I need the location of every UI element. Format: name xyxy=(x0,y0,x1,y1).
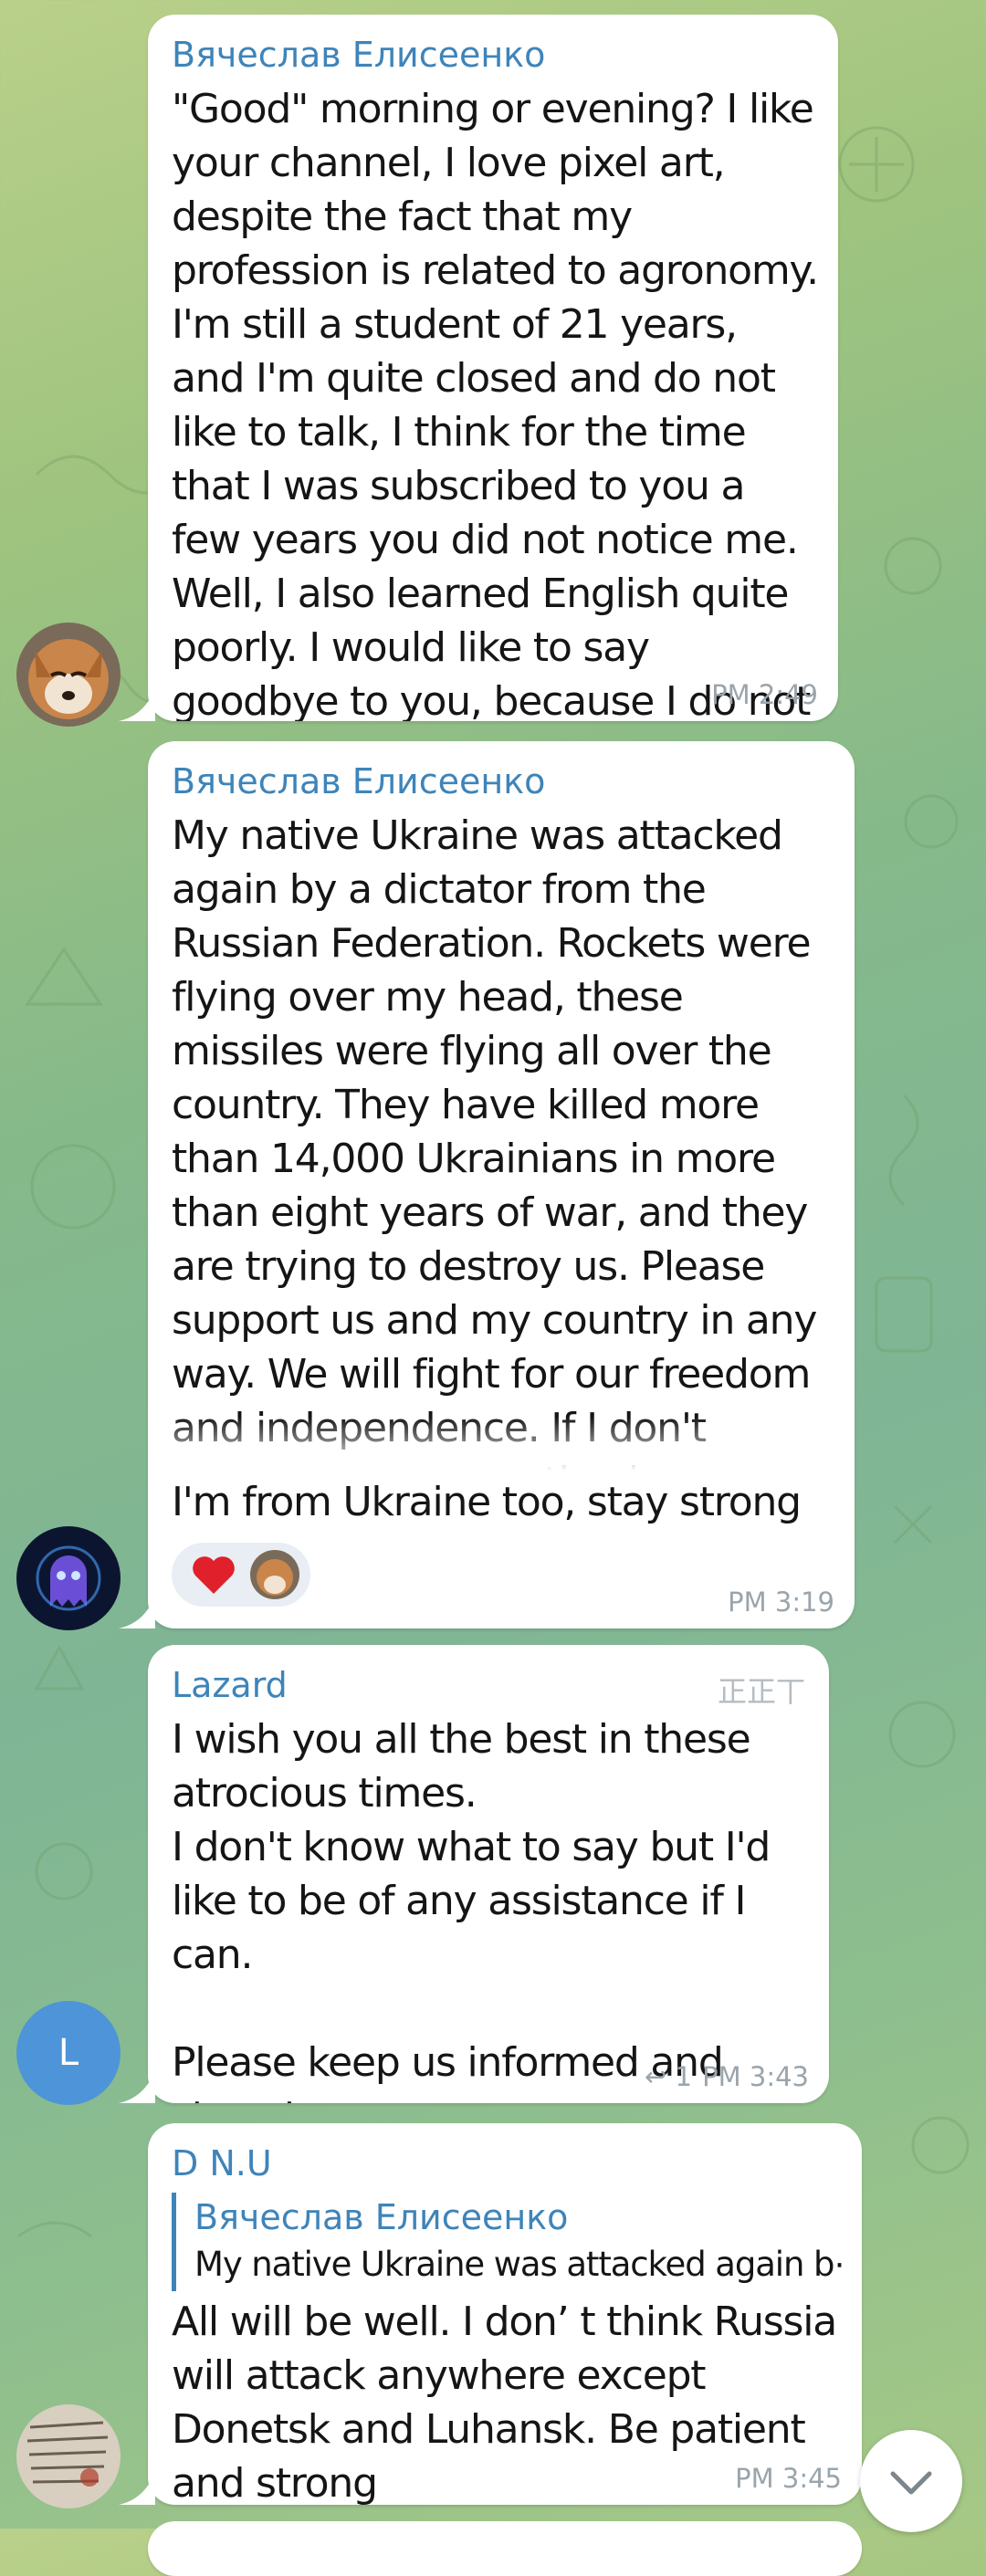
user-avatar-letter[interactable]: L xyxy=(16,2001,121,2105)
message-sender[interactable]: Вячеслав Елисеенко xyxy=(172,35,545,75)
member-tag: 正正丅 xyxy=(717,1674,805,1709)
reaction-avatar-icon xyxy=(250,1550,299,1599)
message-text: I wish you all the best in these atrocio… xyxy=(172,1716,771,2103)
message-text: "Good" morning or evening? I like your c… xyxy=(172,86,819,721)
truncation-fade xyxy=(148,1417,855,1471)
message-bubble[interactable]: Вячеслав Елисеенко My native Ukraine was… xyxy=(148,741,855,1471)
message-text: I'm from Ukraine too, stay strong xyxy=(172,1479,802,1525)
message-sender[interactable]: Вячеслав Елисеенко xyxy=(172,761,545,801)
reaction-chip[interactable] xyxy=(172,1543,310,1607)
message-time: PM 3:19 xyxy=(728,1586,834,1618)
chevron-down-icon xyxy=(890,2471,932,2495)
quote-text: My native Ukraine was attacked again b⋯ xyxy=(194,2245,844,2284)
message-bubble[interactable]: I'm from Ukraine too, stay strong PM 3:1… xyxy=(148,1471,855,1628)
quoted-message[interactable]: Вячеслав Елисеенко My native Ukraine was… xyxy=(172,2193,844,2291)
avatar-initial: L xyxy=(58,2032,79,2074)
message-sender[interactable]: Lazard xyxy=(172,1665,288,1705)
heart-icon xyxy=(193,1556,235,1594)
message-bubble[interactable]: Вячеслав Елисеенко "Good" morning or eve… xyxy=(148,15,838,721)
bubble-tail xyxy=(119,2070,155,2103)
message-bubble[interactable]: D N.U Вячеслав Елисеенко My native Ukrai… xyxy=(148,2123,862,2505)
user-avatar-ghost[interactable] xyxy=(16,1526,121,1630)
quote-sender: Вячеслав Елисеенко xyxy=(194,2197,569,2237)
newspaper-avatar-icon xyxy=(16,2404,121,2508)
message-text: My native Ukraine was attacked again by … xyxy=(172,812,817,1471)
message-time: PM 3:45 xyxy=(735,2463,842,2494)
bubble-tail xyxy=(119,1596,155,1628)
message-time: PM 3:43 xyxy=(702,2061,809,2092)
bubble-tail xyxy=(119,2472,155,2505)
reply-count: 1 xyxy=(675,2061,692,2092)
message-time: PM 2:49 xyxy=(711,679,818,710)
reply-arrow-icon: ↩ xyxy=(645,2061,667,2092)
message-bubble[interactable]: Lazard 正正丅 I wish you all the best in th… xyxy=(148,1645,829,2103)
message-sender[interactable]: D N.U xyxy=(172,2143,272,2183)
scroll-to-bottom-button[interactable] xyxy=(860,2430,962,2532)
user-avatar-newspaper[interactable] xyxy=(16,2404,121,2508)
message-bubble-partial[interactable] xyxy=(148,2521,862,2576)
fox-avatar-icon xyxy=(16,623,121,727)
bubble-tail xyxy=(119,688,155,721)
user-avatar-fox[interactable] xyxy=(16,623,121,727)
reply-indicator[interactable]: ↩ 1 xyxy=(645,2061,692,2092)
ghost-avatar-icon xyxy=(16,1526,121,1630)
